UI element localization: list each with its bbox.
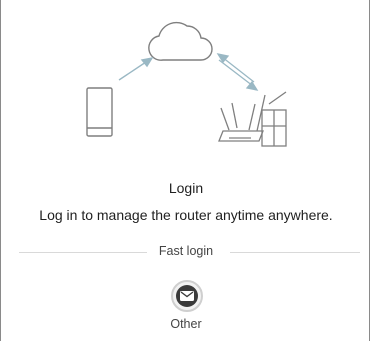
login-panel: Login Log in to manage the router anytim…: [0, 0, 370, 341]
router-cloud-illustration: [86, 21, 287, 147]
envelope-icon: [176, 285, 198, 307]
login-subtitle: Log in to manage the router anytime anyw…: [39, 207, 333, 223]
login-title: Login: [168, 180, 204, 196]
other-login-label[interactable]: Other: [1, 317, 370, 331]
fast-login-divider: Fast login: [1, 244, 370, 260]
cloud-icon: [148, 21, 213, 61]
router-icon: [218, 91, 287, 147]
fast-login-label: Fast login: [158, 244, 214, 258]
divider-line-right: [230, 252, 360, 253]
phone-icon: [86, 87, 113, 137]
arrow-icon: [118, 56, 154, 81]
sync-arrows-icon: [216, 53, 259, 91]
other-login-button[interactable]: [171, 280, 203, 312]
